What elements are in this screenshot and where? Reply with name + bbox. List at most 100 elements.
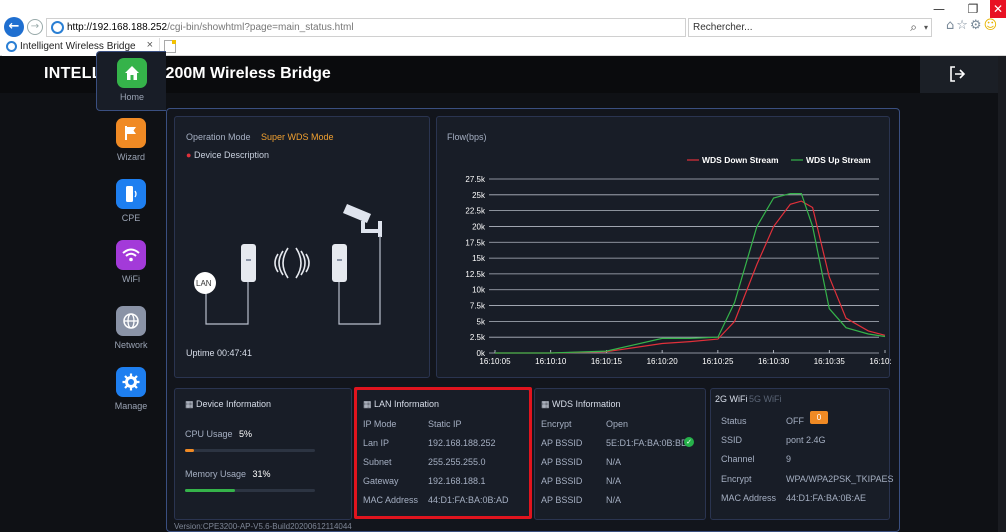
topology-diagram: [194, 204, 382, 325]
memory-usage-bar: [185, 489, 315, 492]
y-tick-label: 15k: [472, 254, 486, 263]
y-tick-label: 25k: [472, 191, 486, 200]
logout-icon: [950, 66, 966, 82]
smiley-icon[interactable]: ☺: [984, 18, 1000, 33]
flow-chart-panel: Flow(bps) 0k 2.5k 5k 7.5k 10k 12.5k 15k 17.5k 20…: [436, 116, 891, 378]
search-placeholder: Rechercher...: [693, 22, 753, 33]
wifi-row-label: Encrypt: [721, 474, 752, 484]
wds-row-value: Open: [606, 419, 629, 429]
wifi-row-value: OFF: [786, 416, 804, 426]
wifi-row-value: WPA/WPA2PSK_TKIPAES: [786, 474, 894, 484]
x-tick-label: 16:10:25: [702, 357, 734, 366]
address-url[interactable]: http://192.168.188.252/cgi-bin/showhtml?…: [67, 22, 354, 33]
sidebar-item-wizard[interactable]: Wizard: [96, 112, 166, 172]
wds-row-label: AP BSSID: [541, 457, 583, 467]
sidebar-item-cpe[interactable]: CPE: [96, 173, 166, 233]
logout-button[interactable]: [920, 56, 998, 93]
wds-row-label: Encrypt: [541, 419, 572, 429]
wifi-row-label: Channel: [721, 454, 755, 464]
sidebar-item-label: Home: [119, 92, 144, 102]
wifi-status-badge[interactable]: 0: [810, 411, 828, 424]
gear-icon[interactable]: ⚙: [970, 18, 984, 33]
sidebar-item-label: CPE: [121, 213, 141, 223]
browser-toolbar-icons: ⌂☆⚙☺: [946, 18, 999, 33]
y-tick-label: 7.5k: [470, 302, 486, 311]
tab-close-icon[interactable]: ×: [147, 39, 153, 51]
sidebar-item-label: Manage: [114, 401, 148, 411]
sidebar-item-label: Wizard: [116, 152, 145, 162]
home-icon: [117, 58, 147, 88]
search-icon[interactable]: ⌕: [910, 20, 917, 35]
sidebar-item-manage[interactable]: Manage: [96, 361, 166, 421]
page-scrollbar[interactable]: [998, 56, 1006, 532]
wifi-row-label: MAC Address: [721, 493, 777, 503]
y-tick-label: 12.5k: [465, 270, 486, 279]
home-icon[interactable]: ⌂: [946, 18, 956, 33]
y-tick-label: 27.5k: [465, 175, 486, 184]
uptime: Uptime 00:47:41: [186, 348, 253, 358]
search-dropdown-icon[interactable]: ▾: [924, 23, 928, 32]
sidebar-item-label: WiFi: [122, 274, 140, 284]
y-tick-label: 5k: [477, 317, 486, 326]
cpu-usage-bar: [185, 449, 315, 452]
tab-2g-wifi[interactable]: 2G WiFi: [715, 394, 748, 404]
tab-5g-wifi[interactable]: 5G WiFi: [749, 394, 782, 404]
wireless-signal-icon: [274, 247, 310, 279]
cpe-right-icon: [332, 244, 347, 282]
sidebar: Home Wizard CPE WiFi Network Manage: [96, 51, 168, 476]
search-input[interactable]: Rechercher... ⌕ ▾: [688, 18, 932, 37]
wifi-row-label: SSID: [721, 435, 743, 445]
series-line-up-stream: [495, 193, 886, 354]
operation-panel: Operation Mode Super WDS Mode ● Device D…: [174, 116, 430, 378]
cpe-left-icon: [241, 244, 256, 282]
globe-icon: [116, 306, 146, 336]
favorites-star-icon[interactable]: ☆: [956, 18, 970, 33]
flow-chart: 0k2.5k5k7.5k10k12.5k15k17.5k20k22.5k25k2…: [465, 155, 891, 366]
sidebar-item-wifi[interactable]: WiFi: [96, 234, 166, 294]
back-arrow-icon[interactable]: ←: [4, 17, 24, 37]
address-bar[interactable]: http://192.168.188.252/cgi-bin/showhtml?…: [46, 18, 731, 37]
sidebar-item-label: Network: [114, 340, 148, 350]
ie-favicon-icon: [6, 41, 17, 52]
memory-usage: Memory Usage 31%: [185, 469, 271, 479]
y-tick-label: 2.5k: [470, 333, 486, 342]
y-tick-label: 22.5k: [465, 207, 486, 216]
cpu-usage-fill: [185, 449, 195, 452]
sidebar-item-home[interactable]: Home: [96, 51, 166, 111]
x-tick-label: 16:10:40: [869, 357, 891, 366]
camera-icon: [343, 204, 382, 237]
y-tick-label: 10k: [472, 286, 486, 295]
memory-usage-fill: [185, 489, 236, 492]
wifi-icon: [116, 240, 146, 270]
wds-row-label: AP BSSID: [541, 495, 583, 505]
y-tick-label: 20k: [472, 222, 486, 231]
cpu-usage: CPU Usage 5%: [185, 429, 253, 439]
x-tick-label: 16:10:05: [479, 357, 511, 366]
wds-row-value: N/A: [606, 495, 622, 505]
x-tick-label: 16:10:20: [647, 357, 679, 366]
wifi-row-value: pont 2.4G: [786, 435, 826, 445]
wds-row-value: 5E:D1:FA:BA:0B:BD: [606, 438, 688, 448]
brand-title: INTELLIGENT 1200M Wireless Bridge: [44, 65, 331, 82]
wds-row-label: AP BSSID: [541, 438, 583, 448]
firmware-version: Version:CPE3200-AP-V5.6-Build20200612114…: [174, 522, 352, 531]
wds-info-title: ▦ WDS Information: [541, 399, 621, 409]
browser-chrome: — ❐ ✕ ← → http://192.168.188.252/cgi-bin…: [0, 0, 1006, 56]
wds-row-value: N/A: [606, 457, 622, 467]
device-info-title: ▦ Device Information: [185, 399, 272, 409]
x-tick-label: 16:10:35: [814, 357, 846, 366]
navigation-bar: ← → http://192.168.188.252/cgi-bin/showh…: [0, 16, 1006, 38]
wds-row-value: N/A: [606, 476, 622, 486]
y-tick-label: 17.5k: [465, 238, 486, 247]
check-icon: ✓: [684, 437, 694, 447]
lan-badge-label: LAN: [196, 279, 212, 288]
wifi-row-value: 44:D1:FA:BA:0B:AE: [786, 493, 867, 503]
sidebar-item-network[interactable]: Network: [96, 300, 166, 360]
wds-info-panel: ▦ WDS Information Encrypt Open AP BSSID …: [534, 388, 706, 520]
legend-label: WDS Up Stream: [806, 155, 871, 165]
forward-arrow-icon[interactable]: →: [27, 19, 43, 35]
wifi-row-label: Status: [721, 416, 747, 426]
cpe-device-icon: [116, 179, 146, 209]
highlight-box: [354, 387, 532, 519]
flag-icon: [116, 118, 146, 148]
